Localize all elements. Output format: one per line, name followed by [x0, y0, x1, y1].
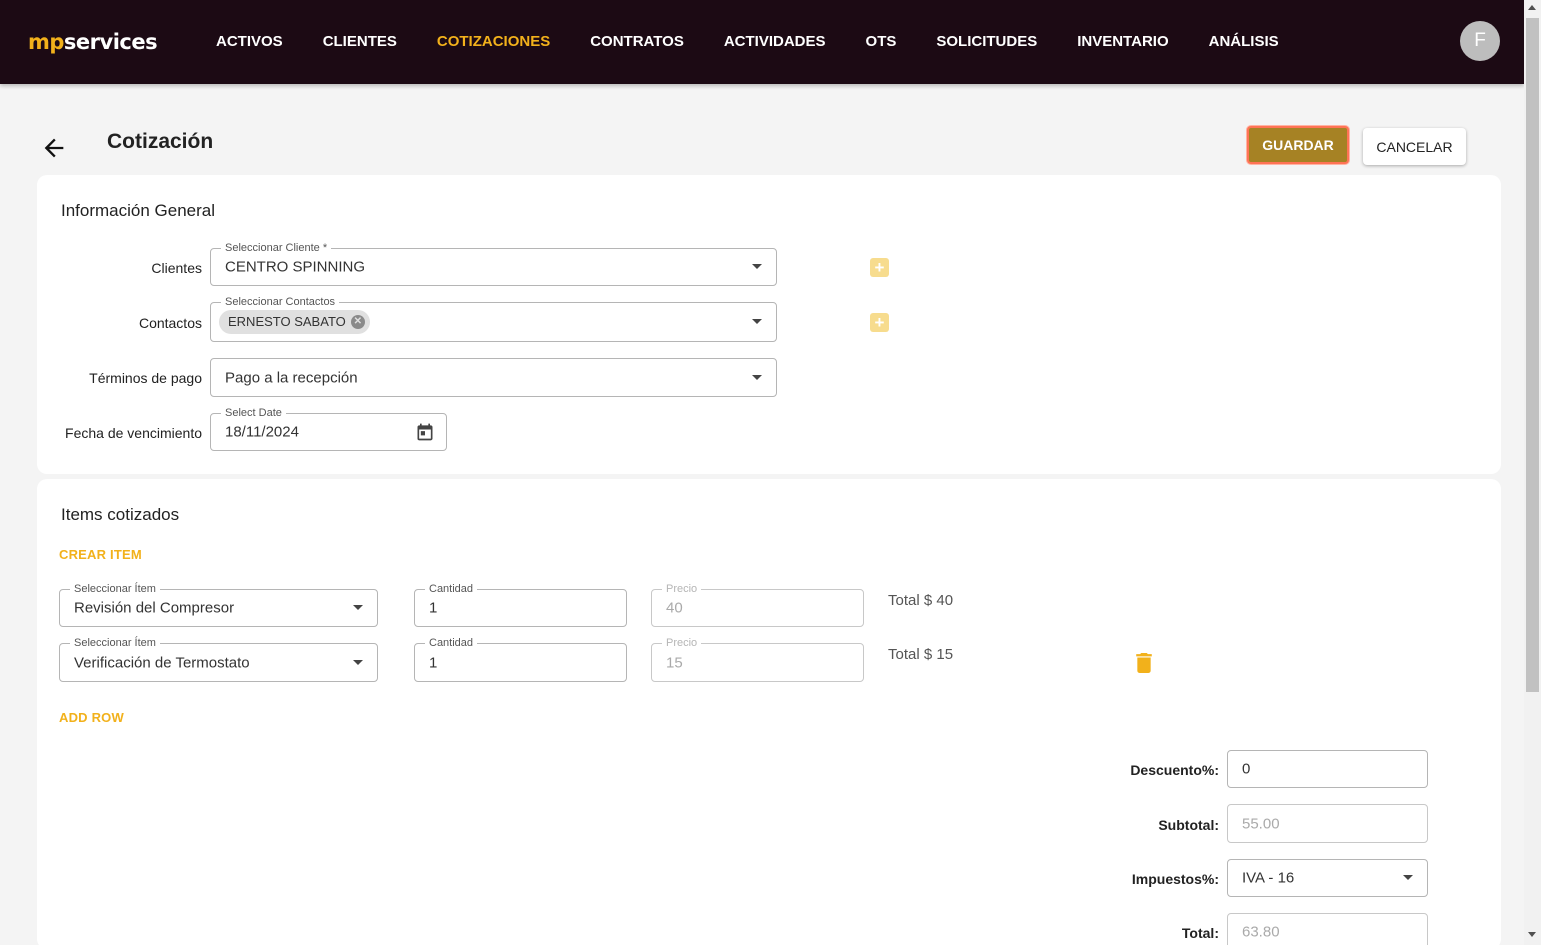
- row-total-1: Total $ 40: [888, 592, 954, 609]
- contact-chip[interactable]: ERNESTO SABATO ✕: [219, 310, 370, 334]
- taxes-value: IVA - 16: [1242, 869, 1295, 887]
- total-label: Total:: [1181, 925, 1219, 941]
- nav-item-actividades[interactable]: ACTIVIDADES: [724, 33, 826, 50]
- discount-value: 0: [1242, 760, 1251, 778]
- taxes-select[interactable]: IVA - 16: [1227, 859, 1428, 897]
- scrollbar-thumb[interactable]: [1526, 18, 1539, 692]
- add-client-plus-icon[interactable]: +: [870, 258, 889, 277]
- payment-terms-select[interactable]: Pago a la recepción: [210, 358, 777, 397]
- chevron-down-icon[interactable]: [353, 605, 363, 610]
- chevron-down-icon[interactable]: [752, 319, 762, 324]
- logo-prefix: mp: [28, 30, 64, 54]
- main-nav: ACTIVOS CLIENTES COTIZACIONES CONTRATOS …: [216, 33, 1319, 50]
- quantity-value: 1: [429, 654, 438, 671]
- cancel-button[interactable]: CANCELAR: [1363, 128, 1466, 165]
- chip-remove-icon[interactable]: ✕: [350, 315, 365, 329]
- items-title: Items cotizados: [61, 505, 180, 524]
- price-value: 40: [666, 599, 683, 617]
- quantity-label: Cantidad: [425, 636, 478, 650]
- discount-label: Descuento%:: [1130, 762, 1219, 778]
- scroll-up-arrow-icon[interactable]: [1528, 5, 1536, 10]
- item-select-row-1[interactable]: Seleccionar Ítem Revisión del Compresor: [59, 582, 378, 627]
- discount-input[interactable]: 0: [1227, 750, 1428, 788]
- back-arrow-icon[interactable]: [40, 134, 68, 162]
- nav-item-analisis[interactable]: ANÁLISIS: [1209, 33, 1279, 50]
- user-avatar[interactable]: F: [1460, 21, 1500, 61]
- chevron-down-icon[interactable]: [353, 659, 363, 665]
- add-row-link[interactable]: ADD ROW: [59, 710, 124, 725]
- chevron-down-icon[interactable]: [752, 264, 762, 269]
- clientes-label: Clientes: [151, 260, 202, 276]
- contacts-select-label: Seleccionar Contactos: [221, 295, 340, 309]
- nav-item-activos[interactable]: ACTIVOS: [216, 33, 283, 50]
- nav-item-contratos[interactable]: CONTRATOS: [590, 33, 684, 50]
- price-input-row-1: Precio 40: [651, 582, 864, 627]
- item-select-label: Seleccionar Ítem: [70, 582, 160, 596]
- client-select[interactable]: Seleccionar Cliente * CENTRO SPINNING: [210, 241, 777, 286]
- total-field: 63.80: [1227, 913, 1428, 945]
- price-label: Precio: [662, 582, 702, 596]
- subtotal-value: 55.00: [1242, 815, 1280, 832]
- page-title: Cotización: [107, 130, 214, 153]
- due-date-field[interactable]: Select Date 18/11/2024: [210, 406, 447, 451]
- chevron-down-icon[interactable]: [1403, 875, 1413, 880]
- page-scrollbar[interactable]: [1524, 0, 1541, 945]
- price-label: Precio: [662, 636, 702, 650]
- trash-icon[interactable]: [1136, 653, 1152, 673]
- price-input-row-2: Precio 15: [651, 636, 864, 682]
- items-card: Items cotizados CREAR ITEM Seleccionar Í…: [37, 479, 1501, 945]
- subtotal-label: Subtotal:: [1158, 817, 1219, 833]
- app-logo[interactable]: mpservices: [28, 30, 158, 54]
- payment-terms-value: Pago a la recepción: [225, 369, 358, 386]
- client-select-value: CENTRO SPINNING: [225, 258, 366, 276]
- quantity-label: Cantidad: [425, 582, 478, 596]
- nav-item-solicitudes[interactable]: SOLICITUDES: [936, 33, 1037, 50]
- nav-item-ots[interactable]: OTS: [866, 33, 897, 50]
- taxes-label: Impuestos%:: [1131, 871, 1219, 887]
- item-select-row-2[interactable]: Seleccionar Ítem Verificación de Termost…: [59, 636, 378, 682]
- contacts-select[interactable]: Seleccionar Contactos ERNESTO SABATO ✕: [210, 295, 777, 342]
- nav-item-cotizaciones[interactable]: COTIZACIONES: [437, 33, 550, 50]
- calendar-icon[interactable]: [415, 422, 435, 442]
- total-value: 63.80: [1242, 923, 1280, 941]
- item-select-value: Verificación de Termostato: [74, 654, 250, 671]
- row-total-2: Total $ 15: [888, 646, 954, 663]
- general-info-card: Información General Clientes Seleccionar…: [37, 175, 1501, 474]
- general-info-title: Información General: [61, 201, 216, 220]
- quantity-input-row-1[interactable]: Cantidad 1: [414, 582, 627, 627]
- scroll-down-arrow-icon[interactable]: [1528, 932, 1536, 937]
- fecha-label: Fecha de vencimiento: [65, 425, 202, 441]
- due-date-field-label: Select Date: [221, 406, 286, 420]
- due-date-value: 18/11/2024: [225, 423, 299, 441]
- terminos-label: Términos de pago: [89, 370, 202, 386]
- save-button[interactable]: GUARDAR: [1247, 126, 1349, 164]
- contactos-label: Contactos: [138, 315, 202, 331]
- chevron-down-icon[interactable]: [752, 374, 762, 380]
- quantity-value: 1: [429, 599, 438, 617]
- contact-chip-label: ERNESTO SABATO: [228, 314, 346, 329]
- logo-suffix: services: [63, 30, 158, 54]
- quantity-input-row-2[interactable]: Cantidad 1: [414, 636, 627, 682]
- price-value: 15: [666, 654, 683, 671]
- client-select-label: Seleccionar Cliente *: [221, 241, 332, 255]
- top-navbar: mpservices ACTIVOS CLIENTES COTIZACIONES…: [0, 0, 1524, 84]
- item-select-label: Seleccionar Ítem: [70, 636, 160, 650]
- nav-item-inventario[interactable]: INVENTARIO: [1077, 33, 1168, 50]
- nav-item-clientes[interactable]: CLIENTES: [323, 33, 397, 50]
- subtotal-field: 55.00: [1227, 804, 1428, 843]
- create-item-link[interactable]: CREAR ITEM: [59, 547, 142, 562]
- add-contact-plus-icon[interactable]: +: [870, 313, 889, 332]
- item-select-value: Revisión del Compresor: [74, 599, 235, 617]
